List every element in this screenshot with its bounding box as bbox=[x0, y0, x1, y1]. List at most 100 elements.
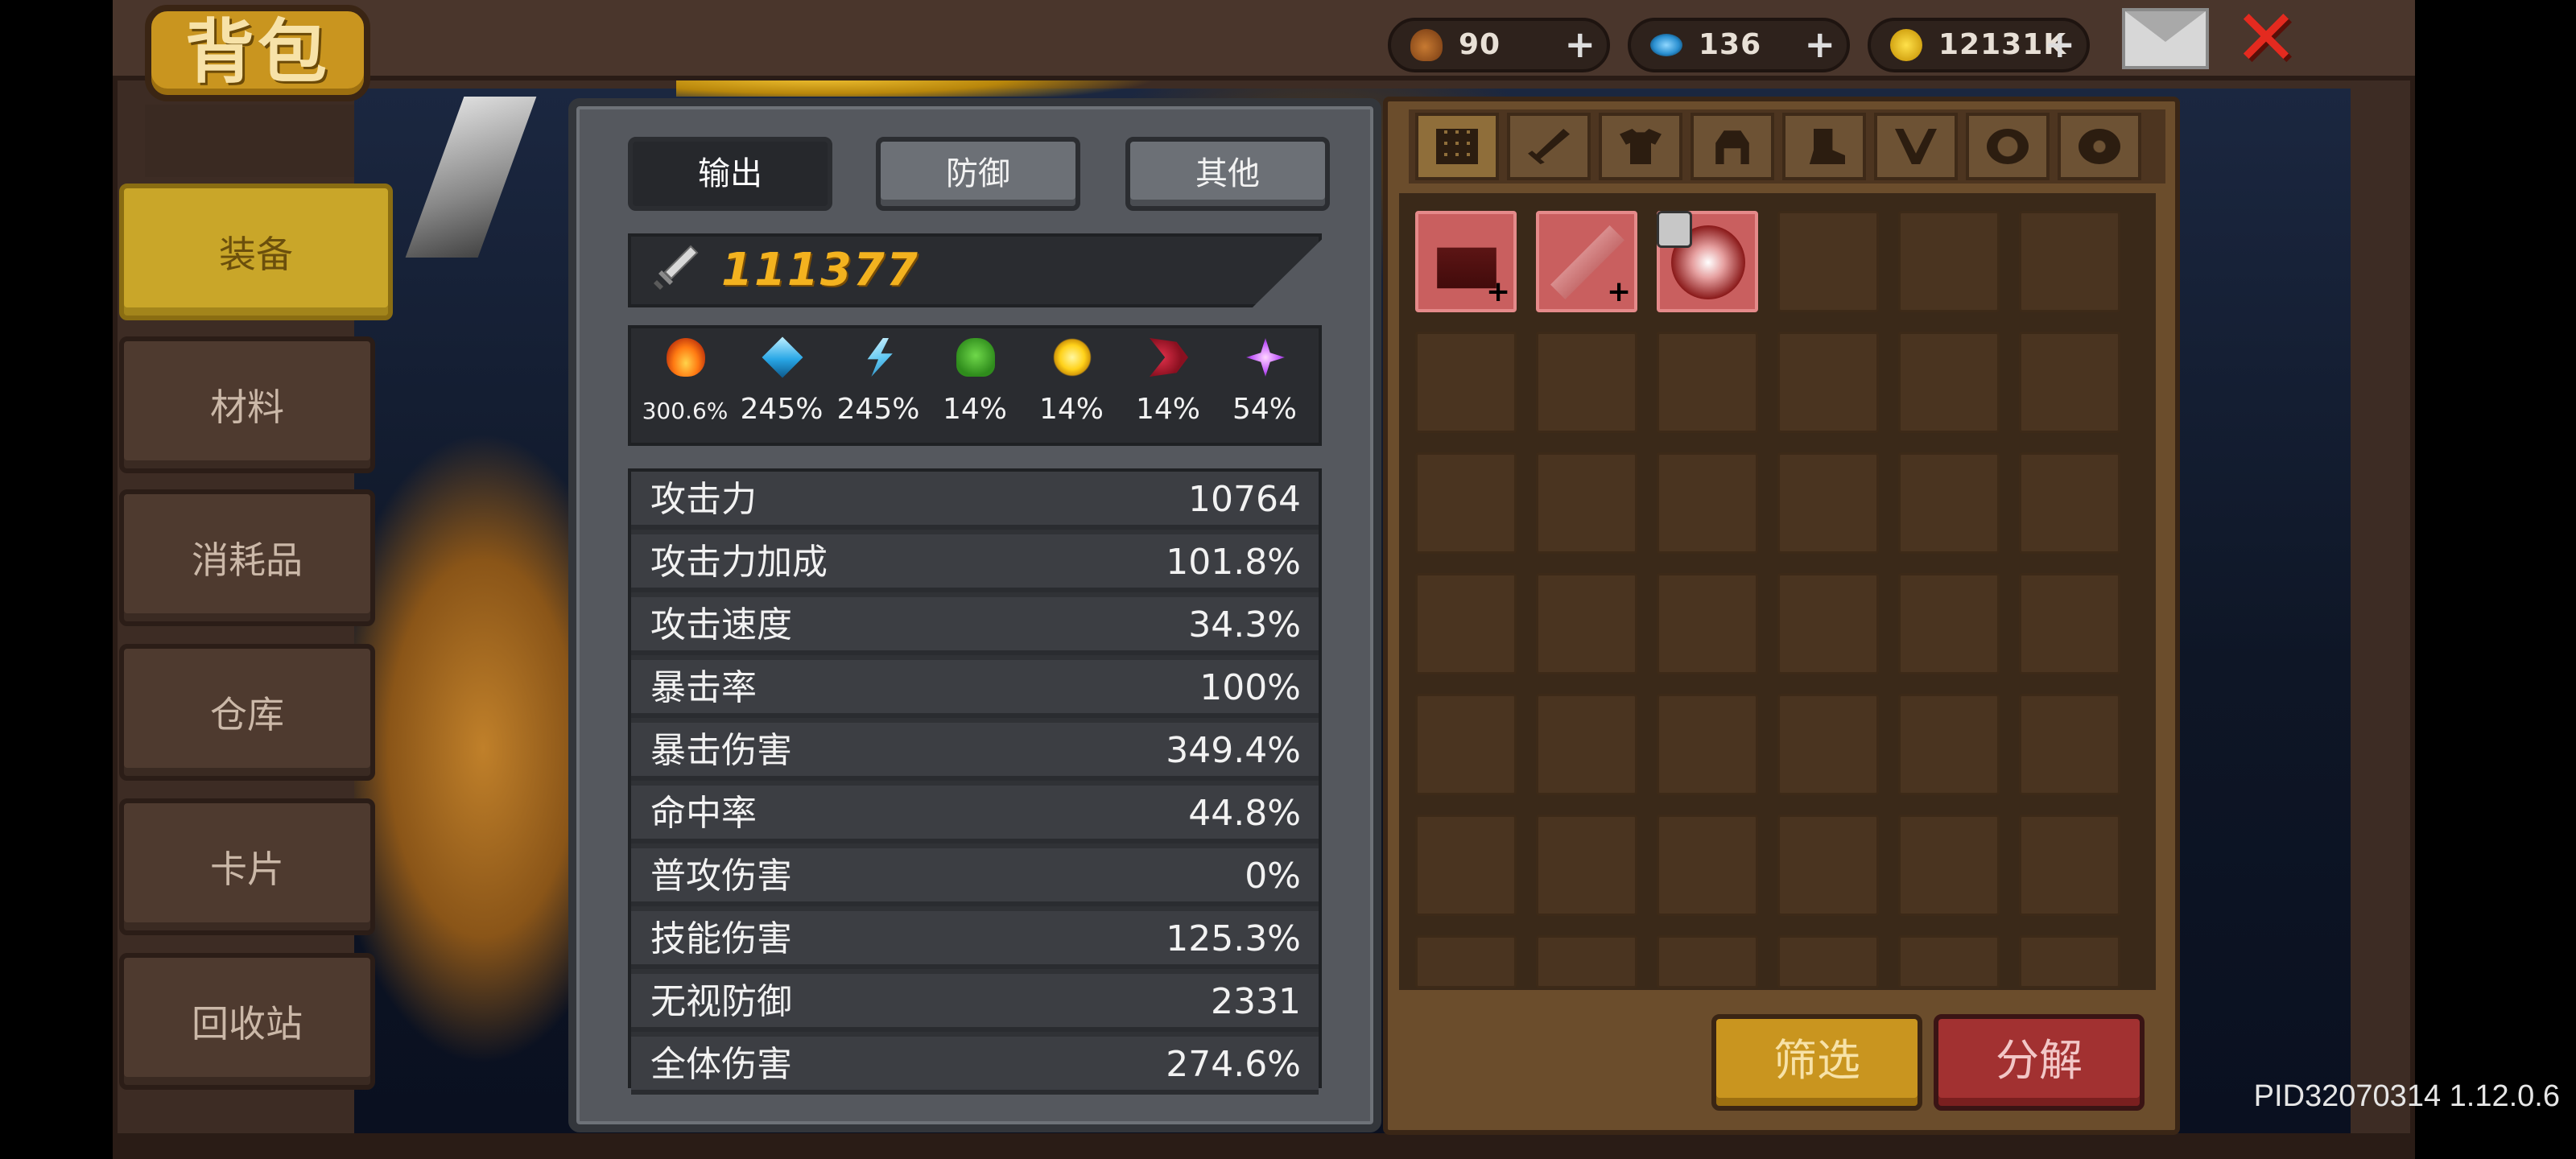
filter-button[interactable]: 筛选 bbox=[1711, 1014, 1922, 1111]
inventory-empty-slot[interactable] bbox=[1657, 452, 1758, 554]
inventory-empty-slot[interactable] bbox=[2019, 573, 2120, 674]
stat-row-attack-speed: 攻击速度 34.3% bbox=[631, 597, 1319, 655]
sidebar-item-recycle[interactable]: 回收站 bbox=[119, 953, 375, 1090]
salvage-button[interactable]: 分解 bbox=[1934, 1014, 2145, 1111]
inventory-item-slot[interactable]: + bbox=[1415, 211, 1517, 312]
sidebar-item-label: 仓库 bbox=[210, 693, 284, 736]
inventory-empty-slot[interactable] bbox=[1536, 694, 1637, 795]
filter-tab-misc[interactable] bbox=[2058, 113, 2141, 180]
inventory-empty-slot[interactable] bbox=[1536, 452, 1637, 554]
stat-value: 0% bbox=[1245, 856, 1301, 897]
stat-row-attack: 攻击力 10764 bbox=[631, 472, 1319, 530]
filter-tab-necklace[interactable] bbox=[1874, 113, 1958, 180]
stat-value: 10764 bbox=[1188, 479, 1301, 520]
inventory-empty-slot[interactable] bbox=[1415, 573, 1517, 674]
ice-icon bbox=[762, 336, 803, 378]
element-value: 300.6% bbox=[642, 398, 729, 424]
inventory-empty-slot[interactable] bbox=[1898, 694, 2000, 795]
stat-row-ignore-defense: 无视防御 2331 bbox=[631, 974, 1319, 1032]
sidebar-item-cards[interactable]: 卡片 bbox=[119, 798, 375, 935]
inventory-empty-slot[interactable] bbox=[1657, 573, 1758, 674]
inventory-empty-slot[interactable] bbox=[1415, 452, 1517, 554]
inventory-empty-slot[interactable] bbox=[2019, 211, 2120, 312]
element-value: 54% bbox=[1232, 393, 1297, 426]
fire-icon bbox=[667, 338, 705, 377]
inventory-empty-slot[interactable] bbox=[1415, 935, 1517, 988]
inventory-empty-slot[interactable] bbox=[2019, 935, 2120, 988]
stat-row-total-damage: 全体伤害 274.6% bbox=[631, 1037, 1319, 1095]
inventory-item-slot[interactable]: + bbox=[1536, 211, 1637, 312]
filter-tab-armor[interactable] bbox=[1599, 113, 1682, 180]
inventory-empty-slot[interactable] bbox=[1536, 935, 1637, 988]
inventory-empty-slot[interactable] bbox=[1777, 815, 1879, 916]
mail-icon[interactable] bbox=[2122, 8, 2209, 69]
add-gold-button[interactable]: + bbox=[2044, 21, 2075, 69]
inventory-empty-slot[interactable] bbox=[1898, 935, 2000, 988]
sidebar-item-warehouse[interactable]: 仓库 bbox=[119, 644, 375, 781]
inventory-empty-slot[interactable] bbox=[1777, 935, 1879, 988]
inventory-empty-slot[interactable] bbox=[1898, 815, 2000, 916]
inventory-empty-slot[interactable] bbox=[1777, 332, 1879, 433]
inventory-empty-slot[interactable] bbox=[2019, 694, 2120, 795]
inventory-empty-slot[interactable] bbox=[1777, 573, 1879, 674]
stat-name: 命中率 bbox=[650, 793, 757, 834]
currency-gem: 136 + bbox=[1628, 18, 1850, 72]
filter-tab-weapon[interactable] bbox=[1507, 113, 1591, 180]
stat-row-crit-rate: 暴击率 100% bbox=[631, 660, 1319, 718]
element-value: 14% bbox=[1135, 393, 1200, 426]
tab-other[interactable]: 其他 bbox=[1125, 137, 1330, 211]
inventory-item-slot[interactable] bbox=[1657, 211, 1758, 312]
potion-icon bbox=[1410, 29, 1443, 61]
title-backplate bbox=[145, 105, 354, 177]
inventory-empty-slot[interactable] bbox=[1898, 211, 2000, 312]
filter-tab-helmet[interactable] bbox=[1690, 113, 1774, 180]
necklace-icon bbox=[1895, 129, 1937, 164]
add-potion-button[interactable]: + bbox=[1564, 21, 1596, 69]
stat-name: 无视防御 bbox=[650, 981, 792, 1022]
inventory-empty-slot[interactable] bbox=[1536, 573, 1637, 674]
element-value: 14% bbox=[1038, 393, 1104, 426]
inventory-empty-slot[interactable] bbox=[2019, 332, 2120, 433]
poison-skull-icon bbox=[956, 338, 995, 377]
inventory-empty-slot[interactable] bbox=[1415, 815, 1517, 916]
inventory-empty-slot[interactable] bbox=[1898, 573, 2000, 674]
filter-tab-all[interactable] bbox=[1415, 113, 1499, 180]
inventory-empty-slot[interactable] bbox=[1777, 211, 1879, 312]
inventory-empty-slot[interactable] bbox=[1536, 815, 1637, 916]
tab-output[interactable]: 输出 bbox=[628, 137, 832, 211]
lightning-icon bbox=[867, 338, 893, 377]
inventory-empty-slot[interactable] bbox=[1657, 332, 1758, 433]
filter-tab-boots[interactable] bbox=[1782, 113, 1866, 180]
all-grid-icon bbox=[1436, 129, 1478, 164]
tab-defense[interactable]: 防御 bbox=[876, 137, 1080, 211]
sidebar-item-materials[interactable]: 材料 bbox=[119, 336, 375, 473]
stat-name: 暴击伤害 bbox=[650, 730, 792, 771]
inventory-empty-slot[interactable] bbox=[1415, 332, 1517, 433]
add-gem-button[interactable]: + bbox=[1804, 21, 1835, 69]
stat-row-crit-damage: 暴击伤害 349.4% bbox=[631, 723, 1319, 781]
element-ice: 245% bbox=[734, 332, 829, 444]
sidebar-item-equipment[interactable]: 装备 bbox=[119, 184, 393, 320]
close-icon[interactable]: ✕ bbox=[2230, 0, 2302, 76]
stat-value: 101.8% bbox=[1166, 542, 1301, 583]
inventory-empty-slot[interactable] bbox=[1657, 935, 1758, 988]
inventory-empty-slot[interactable] bbox=[1415, 694, 1517, 795]
inventory-empty-slot[interactable] bbox=[1898, 332, 2000, 433]
inventory-empty-slot[interactable] bbox=[2019, 452, 2120, 554]
gem-count: 136 bbox=[1699, 28, 1762, 61]
element-lightning: 245% bbox=[831, 332, 926, 444]
inventory-empty-slot[interactable] bbox=[1898, 452, 2000, 554]
inventory-empty-slot[interactable] bbox=[2019, 815, 2120, 916]
element-dark: 14% bbox=[1121, 332, 1216, 444]
sidebar-item-consumables[interactable]: 消耗品 bbox=[119, 489, 375, 626]
inventory-empty-slot[interactable] bbox=[1777, 452, 1879, 554]
inventory-empty-slot[interactable] bbox=[1657, 815, 1758, 916]
inventory-empty-slot[interactable] bbox=[1536, 332, 1637, 433]
filter-tab-ring[interactable] bbox=[1966, 113, 2050, 180]
inventory-empty-slot[interactable] bbox=[1777, 694, 1879, 795]
currency-potion: 90 + bbox=[1388, 18, 1610, 72]
inventory-empty-slot[interactable] bbox=[1657, 694, 1758, 795]
sidebar-item-label: 回收站 bbox=[192, 1002, 303, 1046]
stat-value: 274.6% bbox=[1166, 1044, 1301, 1085]
version-label: PID32070314 1.12.0.6 bbox=[2253, 1079, 2560, 1113]
